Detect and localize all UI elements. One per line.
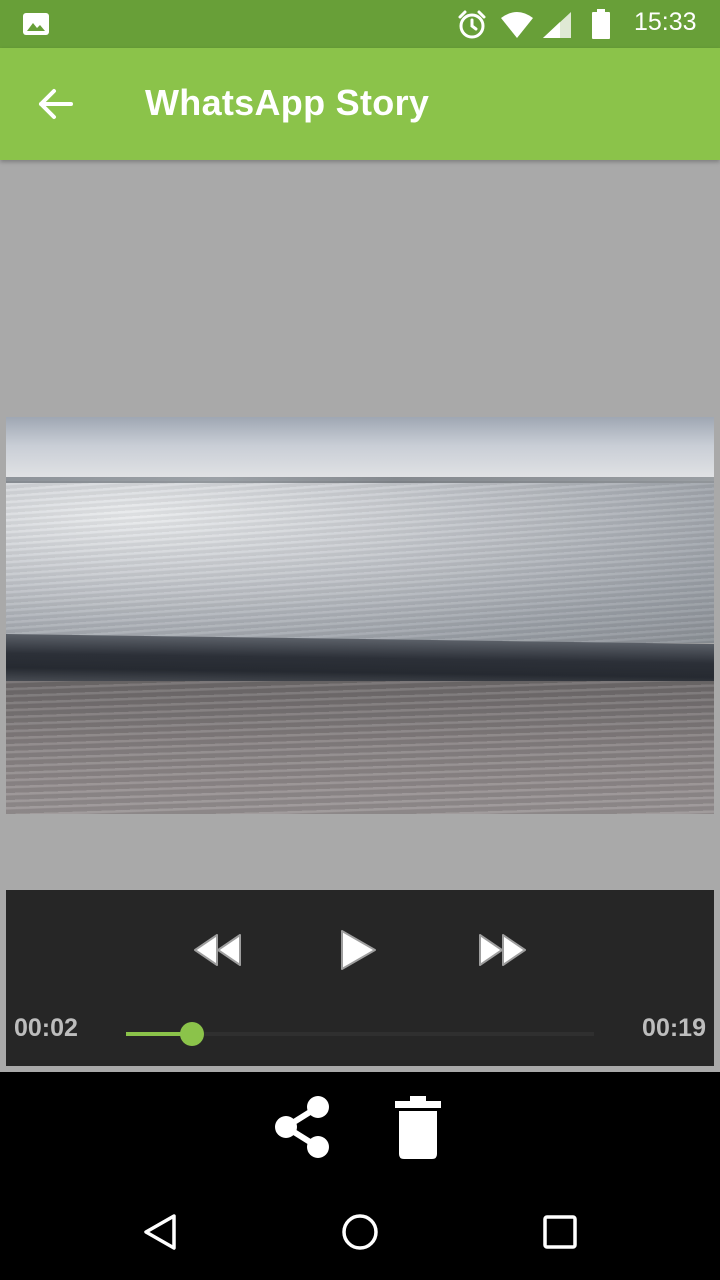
- play-button[interactable]: [332, 924, 384, 976]
- action-bar: [0, 1072, 720, 1182]
- status-time: 15:33: [634, 8, 697, 36]
- share-icon: [275, 1096, 329, 1158]
- fast-forward-icon: [479, 934, 526, 966]
- navigation-bar: [0, 1182, 720, 1280]
- current-time: 00:02: [14, 1014, 78, 1042]
- battery-icon: [590, 9, 612, 43]
- rewind-button[interactable]: [188, 926, 248, 974]
- status-bar: 15:33: [0, 0, 720, 48]
- nav-back-button[interactable]: [132, 1206, 188, 1258]
- nav-recents-icon: [543, 1215, 577, 1249]
- video-view[interactable]: [6, 417, 714, 814]
- delete-icon: [395, 1096, 441, 1159]
- share-button[interactable]: [268, 1090, 336, 1164]
- signal-icon: [542, 11, 572, 43]
- video-water-far: [6, 483, 714, 643]
- app-bar: WhatsApp Story: [0, 48, 720, 160]
- gallery-icon: [22, 12, 50, 40]
- fast-forward-button[interactable]: [472, 926, 532, 974]
- nav-recents-button[interactable]: [532, 1206, 588, 1258]
- video-sky: [6, 417, 714, 481]
- play-icon: [341, 930, 376, 970]
- page-title: WhatsApp Story: [145, 82, 430, 123]
- nav-back-icon: [144, 1214, 176, 1250]
- media-controller: 00:02 00:19: [6, 890, 714, 1066]
- duration-time: 00:19: [642, 1014, 706, 1042]
- nav-home-button[interactable]: [332, 1206, 388, 1258]
- arrow-left-icon: [39, 89, 73, 119]
- back-button[interactable]: [32, 78, 80, 130]
- video-water-near: [6, 681, 714, 814]
- seek-thumb[interactable]: [179, 1022, 204, 1046]
- delete-button[interactable]: [386, 1090, 450, 1164]
- nav-home-icon: [342, 1214, 378, 1250]
- wifi-icon: [500, 11, 534, 43]
- seek-bar[interactable]: [126, 1020, 594, 1048]
- alarm-icon: [456, 9, 488, 45]
- rewind-icon: [194, 934, 241, 966]
